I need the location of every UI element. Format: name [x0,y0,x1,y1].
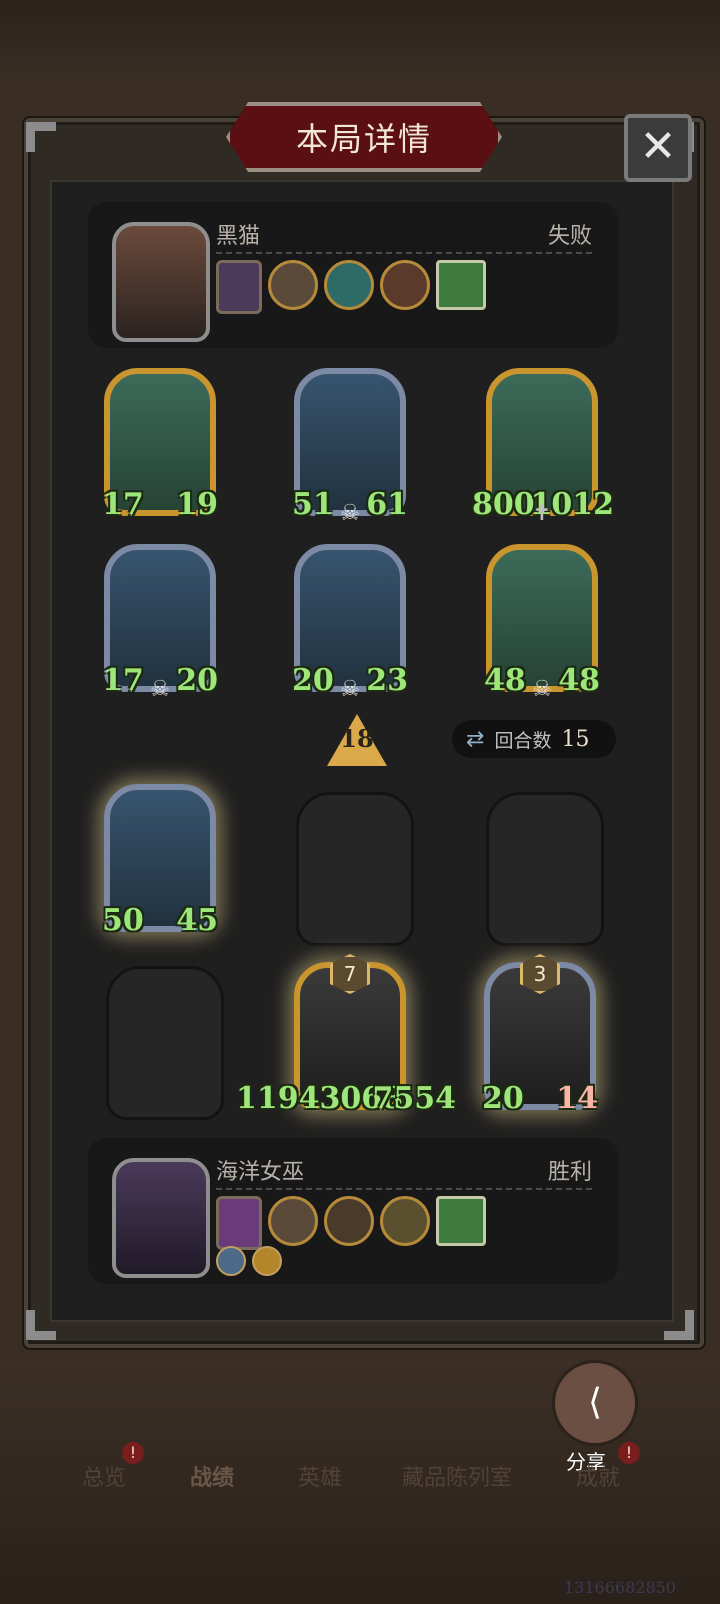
player-minion-card[interactable]: 50 45 [102,784,218,938]
minion-health: 20 [176,663,218,698]
share-button[interactable]: ⟨ [552,1360,638,1446]
opponent-minion-card[interactable]: 51 61 ☠ [292,368,408,526]
opponent-minion-card[interactable]: 17 19 [102,368,218,522]
tab-heroes[interactable]: 英雄 [298,1460,342,1492]
relic-icon[interactable] [216,260,262,314]
rounds-value: 15 [561,726,590,752]
tab-achievements[interactable]: 成就 [576,1460,620,1492]
coffin-icon[interactable] [324,1196,374,1246]
player-minion-card[interactable]: 3 20 14 [482,954,598,1116]
player-minion-card[interactable]: 7 11943068 7554 [236,954,456,1116]
opponent-items [216,260,486,314]
marker-value: 18 [340,724,374,753]
close-button[interactable]: ✕ [624,114,692,182]
minion-health: 7554 [372,1081,457,1116]
player-buffs [216,1246,282,1276]
cross-icon: ✝ [532,501,552,526]
opponent-avatar [112,222,210,342]
empty-board-slot [106,966,224,1120]
pocket-watch-icon[interactable] [268,1196,318,1246]
minion-attack: 800 [472,487,535,522]
minion-health: 48 [558,663,600,698]
minion-attack: 17 [102,487,144,522]
player-items [216,1196,486,1250]
minion-attack: 48 [484,663,526,698]
minion-attack: 50 [102,903,144,938]
background-top [0,0,720,90]
empty-board-slot [296,792,414,946]
orb-icon[interactable] [324,260,374,310]
opponent-panel: 黑猫 失败 [88,202,618,348]
amulet-icon[interactable] [380,260,430,310]
book-icon[interactable] [436,1196,486,1246]
strength-badge-icon[interactable] [252,1246,282,1276]
minion-health: 23 [366,663,408,698]
footer-id: 13166682850 [564,1578,676,1597]
skull-icon: ☠ [340,677,360,702]
minion-health: 45 [176,903,218,938]
minion-health: 14 [556,1081,598,1116]
skull-icon: ☠ [532,677,552,702]
player-name: 海洋女巫 [216,1160,305,1185]
book-icon[interactable] [436,260,486,310]
notification-badge: ! [122,1442,144,1464]
player-result: 胜利 [547,1160,592,1185]
minion-attack: 20 [482,1081,524,1116]
sword-badge-icon[interactable] [216,1246,246,1276]
minion-health: 61 [366,487,408,522]
divider [216,1188,592,1190]
player-panel: 海洋女巫 胜利 [88,1138,618,1284]
minion-attack: 20 [292,663,334,698]
opponent-minion-card[interactable]: 48 48 ☠ [484,544,600,702]
tab-overview[interactable]: 总览 [82,1460,126,1492]
opponent-result: 失败 [547,224,592,249]
share-icon: ⟨ [587,1382,603,1423]
empty-board-slot [486,792,604,946]
minion-attack: 51 [292,487,334,522]
opponent-minion-card[interactable]: 800 1012 ✝ [472,368,614,526]
notification-badge: ! [618,1442,640,1464]
tab-records[interactable]: 战绩 [190,1460,234,1492]
minion-attack: 17 [102,663,144,698]
player-avatar [112,1158,210,1278]
opponent-name: 黑猫 [216,224,261,249]
opponent-minion-card[interactable]: 17 20 ☠ [102,544,218,702]
cauldron-icon[interactable] [380,1196,430,1246]
repeat-icon: ⇄ [466,726,485,752]
tab-collection[interactable]: 藏品陈列室 [402,1460,512,1492]
minion-health: 19 [176,487,218,522]
skull-icon: ☠ [150,677,170,702]
divider [216,252,592,254]
page-title: 本局详情 [226,102,502,172]
opponent-minion-card[interactable]: 20 23 ☠ [292,544,408,702]
rounds-counter: ⇄ 回合数 15 [452,720,616,758]
skull-icon: ☠ [340,501,360,526]
relic-icon[interactable] [216,1196,262,1250]
pocket-watch-icon[interactable] [268,260,318,310]
rounds-label: 回合数 [494,729,552,752]
